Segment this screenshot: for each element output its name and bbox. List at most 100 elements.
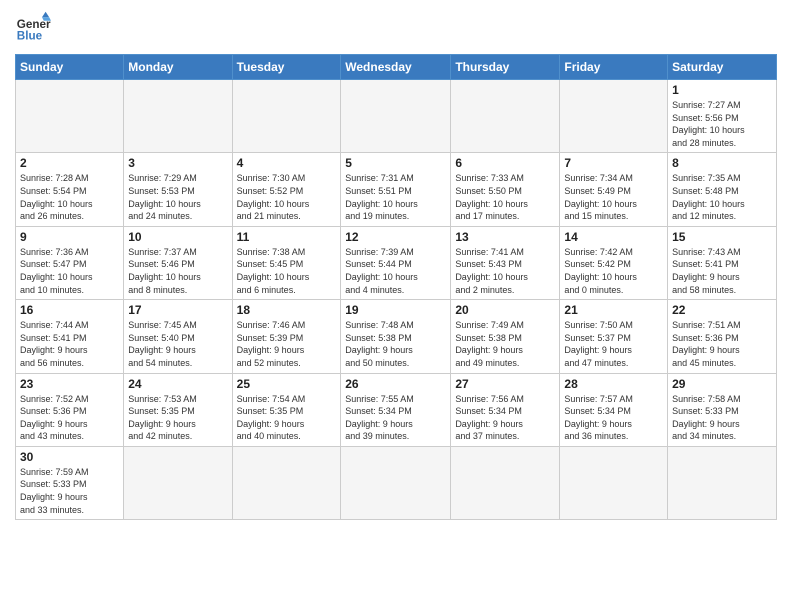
calendar-day-cell: 17Sunrise: 7:45 AM Sunset: 5:40 PM Dayli… [124, 300, 232, 373]
day-info: Sunrise: 7:29 AM Sunset: 5:53 PM Dayligh… [128, 172, 227, 222]
day-info: Sunrise: 7:46 AM Sunset: 5:39 PM Dayligh… [237, 319, 337, 369]
day-number: 7 [564, 156, 663, 170]
weekday-header-saturday: Saturday [668, 55, 777, 80]
day-number: 28 [564, 377, 663, 391]
calendar-day-cell [668, 446, 777, 519]
day-number: 6 [455, 156, 555, 170]
weekday-header-monday: Monday [124, 55, 232, 80]
calendar-day-cell: 28 Sunrise: 7:57 AM Sunset: 5:34 PM Dayli… [560, 373, 668, 446]
day-info: Sunrise: 7:34 AM Sunset: 5:49 PM Dayligh… [564, 172, 663, 222]
day-info: Sunrise: 7:45 AM Sunset: 5:40 PM Dayligh… [128, 319, 227, 369]
calendar-day-cell: 24 Sunrise: 7:53 AM Sunset: 5:35 PM Dayli… [124, 373, 232, 446]
weekday-header-row: SundayMondayTuesdayWednesdayThursdayFrid… [16, 55, 777, 80]
day-info: Sunrise: 7:31 AM Sunset: 5:51 PM Dayligh… [345, 172, 446, 222]
day-number: 15 [672, 230, 772, 244]
calendar-day-cell: 2Sunrise: 7:28 AM Sunset: 5:54 PM Daylig… [16, 153, 124, 226]
day-number: 29 [672, 377, 772, 391]
day-number: 4 [237, 156, 337, 170]
day-number: 12 [345, 230, 446, 244]
weekday-header-tuesday: Tuesday [232, 55, 341, 80]
day-info: Sunrise: 7:39 AM Sunset: 5:44 PM Dayligh… [345, 246, 446, 296]
calendar-day-cell [451, 446, 560, 519]
day-number: 24 [128, 377, 227, 391]
calendar-day-cell: 13 Sunrise: 7:41 AM Sunset: 5:43 PM Dayli… [451, 226, 560, 299]
calendar-day-cell: 29Sunrise: 7:58 AM Sunset: 5:33 PM Dayli… [668, 373, 777, 446]
page: General Blue SundayMondayTuesdayWednesda… [0, 0, 792, 530]
calendar-day-cell [451, 80, 560, 153]
day-info: Sunrise: 7:55 AM Sunset: 5:34 PM Dayligh… [345, 393, 446, 443]
calendar-day-cell: 6Sunrise: 7:33 AM Sunset: 5:50 PM Daylig… [451, 153, 560, 226]
day-number: 30 [20, 450, 119, 464]
day-info: Sunrise: 7:35 AM Sunset: 5:48 PM Dayligh… [672, 172, 772, 222]
weekday-header-wednesday: Wednesday [341, 55, 451, 80]
calendar-day-cell: 14Sunrise: 7:42 AM Sunset: 5:42 PM Dayli… [560, 226, 668, 299]
day-info: Sunrise: 7:44 AM Sunset: 5:41 PM Dayligh… [20, 319, 119, 369]
day-number: 22 [672, 303, 772, 317]
calendar-day-cell: 3 Sunrise: 7:29 AM Sunset: 5:53 PM Daylig… [124, 153, 232, 226]
calendar-day-cell [232, 80, 341, 153]
calendar-day-cell: 18 Sunrise: 7:46 AM Sunset: 5:39 PM Dayli… [232, 300, 341, 373]
calendar-week-row: 16 Sunrise: 7:44 AM Sunset: 5:41 PM Dayli… [16, 300, 777, 373]
day-number: 5 [345, 156, 446, 170]
day-info: Sunrise: 7:57 AM Sunset: 5:34 PM Dayligh… [564, 393, 663, 443]
calendar-week-row: 1Sunrise: 7:27 AM Sunset: 5:56 PM Daylig… [16, 80, 777, 153]
day-info: Sunrise: 7:36 AM Sunset: 5:47 PM Dayligh… [20, 246, 119, 296]
calendar-day-cell: 1Sunrise: 7:27 AM Sunset: 5:56 PM Daylig… [668, 80, 777, 153]
calendar-day-cell [341, 80, 451, 153]
calendar-week-row: 2Sunrise: 7:28 AM Sunset: 5:54 PM Daylig… [16, 153, 777, 226]
day-info: Sunrise: 7:48 AM Sunset: 5:38 PM Dayligh… [345, 319, 446, 369]
day-number: 10 [128, 230, 227, 244]
calendar-day-cell: 4Sunrise: 7:30 AM Sunset: 5:52 PM Daylig… [232, 153, 341, 226]
logo-icon: General Blue [15, 10, 51, 46]
day-number: 21 [564, 303, 663, 317]
day-number: 26 [345, 377, 446, 391]
calendar-day-cell [560, 446, 668, 519]
day-number: 1 [672, 83, 772, 97]
day-info: Sunrise: 7:59 AM Sunset: 5:33 PM Dayligh… [20, 466, 119, 516]
calendar-day-cell [16, 80, 124, 153]
day-number: 13 [455, 230, 555, 244]
calendar-day-cell: 11Sunrise: 7:38 AM Sunset: 5:45 PM Dayli… [232, 226, 341, 299]
calendar-day-cell: 25 Sunrise: 7:54 AM Sunset: 5:35 PM Dayli… [232, 373, 341, 446]
calendar-day-cell: 21 Sunrise: 7:50 AM Sunset: 5:37 PM Dayli… [560, 300, 668, 373]
day-number: 9 [20, 230, 119, 244]
svg-text:Blue: Blue [17, 30, 43, 43]
calendar-day-cell: 20 Sunrise: 7:49 AM Sunset: 5:38 PM Dayli… [451, 300, 560, 373]
day-number: 16 [20, 303, 119, 317]
day-info: Sunrise: 7:49 AM Sunset: 5:38 PM Dayligh… [455, 319, 555, 369]
calendar-day-cell: 9 Sunrise: 7:36 AM Sunset: 5:47 PM Daylig… [16, 226, 124, 299]
calendar-day-cell: 16 Sunrise: 7:44 AM Sunset: 5:41 PM Dayli… [16, 300, 124, 373]
calendar-day-cell: 8Sunrise: 7:35 AM Sunset: 5:48 PM Daylig… [668, 153, 777, 226]
calendar-day-cell: 19Sunrise: 7:48 AM Sunset: 5:38 PM Dayli… [341, 300, 451, 373]
calendar-day-cell [124, 446, 232, 519]
day-info: Sunrise: 7:54 AM Sunset: 5:35 PM Dayligh… [237, 393, 337, 443]
day-info: Sunrise: 7:50 AM Sunset: 5:37 PM Dayligh… [564, 319, 663, 369]
calendar-day-cell [124, 80, 232, 153]
day-info: Sunrise: 7:53 AM Sunset: 5:35 PM Dayligh… [128, 393, 227, 443]
day-number: 14 [564, 230, 663, 244]
calendar-day-cell: 27Sunrise: 7:56 AM Sunset: 5:34 PM Dayli… [451, 373, 560, 446]
day-number: 18 [237, 303, 337, 317]
day-info: Sunrise: 7:43 AM Sunset: 5:41 PM Dayligh… [672, 246, 772, 296]
header-area: General Blue [15, 10, 777, 46]
calendar-day-cell [341, 446, 451, 519]
day-number: 11 [237, 230, 337, 244]
calendar-day-cell [560, 80, 668, 153]
calendar-week-row: 30 Sunrise: 7:59 AM Sunset: 5:33 PM Dayli… [16, 446, 777, 519]
calendar-day-cell: 12 Sunrise: 7:39 AM Sunset: 5:44 PM Dayli… [341, 226, 451, 299]
calendar-day-cell [232, 446, 341, 519]
day-number: 27 [455, 377, 555, 391]
day-number: 25 [237, 377, 337, 391]
calendar-day-cell: 30 Sunrise: 7:59 AM Sunset: 5:33 PM Dayli… [16, 446, 124, 519]
calendar-day-cell: 23Sunrise: 7:52 AM Sunset: 5:36 PM Dayli… [16, 373, 124, 446]
calendar-table: SundayMondayTuesdayWednesdayThursdayFrid… [15, 54, 777, 520]
day-number: 3 [128, 156, 227, 170]
day-info: Sunrise: 7:37 AM Sunset: 5:46 PM Dayligh… [128, 246, 227, 296]
calendar-week-row: 23Sunrise: 7:52 AM Sunset: 5:36 PM Dayli… [16, 373, 777, 446]
calendar-day-cell: 26 Sunrise: 7:55 AM Sunset: 5:34 PM Dayli… [341, 373, 451, 446]
day-number: 20 [455, 303, 555, 317]
day-number: 23 [20, 377, 119, 391]
calendar-week-row: 9 Sunrise: 7:36 AM Sunset: 5:47 PM Daylig… [16, 226, 777, 299]
logo: General Blue [15, 10, 51, 46]
day-info: Sunrise: 7:41 AM Sunset: 5:43 PM Dayligh… [455, 246, 555, 296]
